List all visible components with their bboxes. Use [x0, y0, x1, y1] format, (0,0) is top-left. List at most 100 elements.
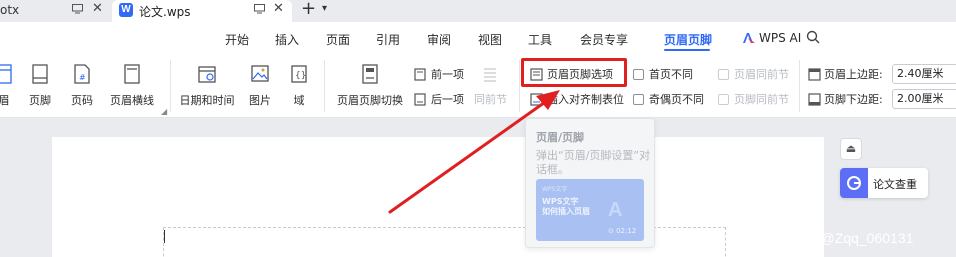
previous-item-icon	[414, 67, 426, 81]
footer-bottom-margin: 页脚下边距:	[808, 90, 883, 108]
footer-icon	[32, 64, 48, 84]
first-page-different-checkbox[interactable]: 首页不同	[633, 65, 693, 83]
active-menu-underline	[664, 49, 710, 51]
options-tooltip: 页眉/页脚 弹出“页眉/页脚设置”对话框。 WPS文字 WPS文字 如何插入页眉 …	[525, 118, 655, 248]
footer-label: 页脚	[29, 94, 51, 107]
calendar-icon	[198, 66, 216, 83]
footer-button[interactable]: 页脚	[20, 64, 60, 107]
field-icon: {}	[291, 65, 307, 83]
odd-even-different-checkbox[interactable]: 奇偶页不同	[633, 90, 704, 108]
tooltip-title: 页眉/页脚	[536, 131, 585, 144]
header-line-icon	[124, 64, 140, 84]
search-icon[interactable]	[806, 30, 820, 44]
header-line-button[interactable]: 页眉横线	[104, 64, 160, 107]
chevron-down-icon[interactable]: ▾	[322, 3, 327, 14]
footer-bottom-margin-label: 页脚下边距:	[824, 93, 883, 106]
footer-bottom-margin-input[interactable]: 2.00厘米	[892, 89, 956, 109]
odd-even-different-label: 奇偶页不同	[649, 93, 704, 106]
header-footer-switch-button[interactable]: 页眉页脚切换	[334, 64, 406, 107]
insert-align-tab-button[interactable]: 插入对齐制表位	[530, 90, 624, 108]
header-top-margin-input[interactable]: 2.40厘米	[892, 64, 956, 84]
tab-active-document[interactable]: W 论文.wps ✕	[112, 0, 292, 22]
watermark-text: CSDN @Zqq_060131	[777, 230, 914, 246]
header-top-margin: 页眉上边距:	[808, 65, 883, 83]
page-number-label: 页码	[71, 94, 93, 107]
close-tab-icon[interactable]: ✕	[273, 1, 284, 16]
same-as-previous-button[interactable]: 同前节	[474, 90, 507, 108]
footer-same-as-previous-checkbox[interactable]: 页脚同前节	[718, 90, 789, 108]
paper-check-label: 论文查重	[873, 178, 917, 191]
menu-view[interactable]: 视图	[478, 31, 502, 48]
wps-ai-icon	[743, 33, 755, 43]
datetime-label: 日期和时间	[179, 94, 235, 107]
ribbon-separator	[324, 60, 325, 112]
field-label: 域	[293, 94, 305, 107]
first-page-different-label: 首页不同	[649, 68, 693, 81]
previous-item-button[interactable]: 前一项	[414, 65, 464, 83]
ribbon-separator	[799, 60, 800, 112]
ribbon-separator	[519, 60, 520, 112]
group-expand-icon[interactable]: ◢	[161, 107, 167, 116]
header-icon	[0, 64, 12, 84]
new-tab-plus-icon[interactable]: +	[301, 0, 316, 19]
header-margin-icon	[808, 67, 821, 81]
footer-margin-icon	[808, 92, 821, 106]
menu-page[interactable]: 页面	[326, 31, 350, 48]
tab-previous[interactable]: otx ✕	[0, 0, 112, 20]
header-same-as-previous-checkbox[interactable]: 页眉同前节	[718, 65, 789, 83]
tooltip-video-thumbnail[interactable]: WPS文字 WPS文字 如何插入页眉 A ⊙ 02:12	[536, 179, 644, 241]
close-tab-icon[interactable]: ✕	[92, 1, 103, 16]
field-button[interactable]: {} 域	[284, 64, 314, 107]
checkbox-box[interactable]	[718, 68, 729, 80]
ribbon-header-footer: 眉 页脚 # 页码 页眉横线 ◢ 日期和时间 图片 {} 域 页眉页脚切换 前一…	[0, 54, 956, 118]
picture-button[interactable]: 图片	[240, 64, 280, 107]
picture-icon	[251, 65, 269, 82]
paper-check-button[interactable]: 论文查重	[840, 168, 928, 198]
footer-same-as-previous-label: 页脚同前节	[734, 93, 789, 106]
picture-label: 图片	[249, 94, 271, 107]
text-cursor	[164, 230, 165, 243]
menu-insert[interactable]: 插入	[275, 31, 299, 48]
monitor-icon	[72, 4, 83, 14]
menu-tools[interactable]: 工具	[528, 31, 552, 48]
menu-member[interactable]: 会员专享	[580, 31, 628, 48]
highlight-box	[521, 58, 627, 87]
monitor-icon	[254, 4, 265, 14]
checkbox-box[interactable]	[633, 93, 644, 105]
menu-review[interactable]: 审阅	[427, 31, 451, 48]
video-letter-graphic: A	[608, 199, 623, 221]
datetime-button[interactable]: 日期和时间	[178, 64, 236, 107]
next-item-button[interactable]: 后一项	[414, 90, 464, 108]
ribbon-separator	[170, 60, 171, 112]
switch-icon	[362, 64, 378, 84]
menu-start[interactable]: 开始	[225, 31, 249, 48]
header-button[interactable]: 眉	[0, 64, 18, 107]
svg-text:#: #	[79, 73, 86, 82]
menu-bar: 开始 插入 页面 引用 审阅 视图 工具 会员专享 页眉页脚 WPS AI	[0, 22, 956, 54]
page-number-icon: #	[74, 64, 90, 84]
tab-active-label: 论文.wps	[139, 5, 191, 19]
video-duration: ⊙ 02:12	[608, 227, 637, 235]
menu-wps-ai[interactable]: WPS AI	[759, 31, 801, 45]
next-item-icon	[414, 92, 426, 106]
previous-item-label: 前一项	[431, 68, 464, 81]
header-label: 眉	[0, 94, 10, 107]
wps-logo-icon: W	[119, 3, 133, 17]
header-same-as-previous-label: 页眉同前节	[734, 68, 789, 81]
page-number-button[interactable]: # 页码	[62, 64, 102, 107]
checkbox-box[interactable]	[633, 68, 644, 80]
menu-reference[interactable]: 引用	[376, 31, 400, 48]
video-brand-label: WPS文字	[542, 186, 568, 193]
same-as-previous-label: 同前节	[474, 93, 507, 106]
same-as-previous-icon	[484, 68, 496, 82]
next-item-label: 后一项	[431, 93, 464, 106]
checkbox-box[interactable]	[718, 93, 729, 105]
header-line-label: 页眉横线	[110, 94, 154, 107]
collapse-panel-icon[interactable]: ⏏	[840, 138, 862, 160]
switch-label: 页眉页脚切换	[337, 94, 403, 107]
tab-previous-label: otx	[0, 3, 20, 17]
header-top-margin-label: 页眉上边距:	[824, 68, 883, 81]
menu-header-footer[interactable]: 页眉页脚	[664, 31, 712, 48]
svg-text:{}: {}	[295, 71, 306, 81]
insert-align-tab-label: 插入对齐制表位	[547, 93, 624, 106]
